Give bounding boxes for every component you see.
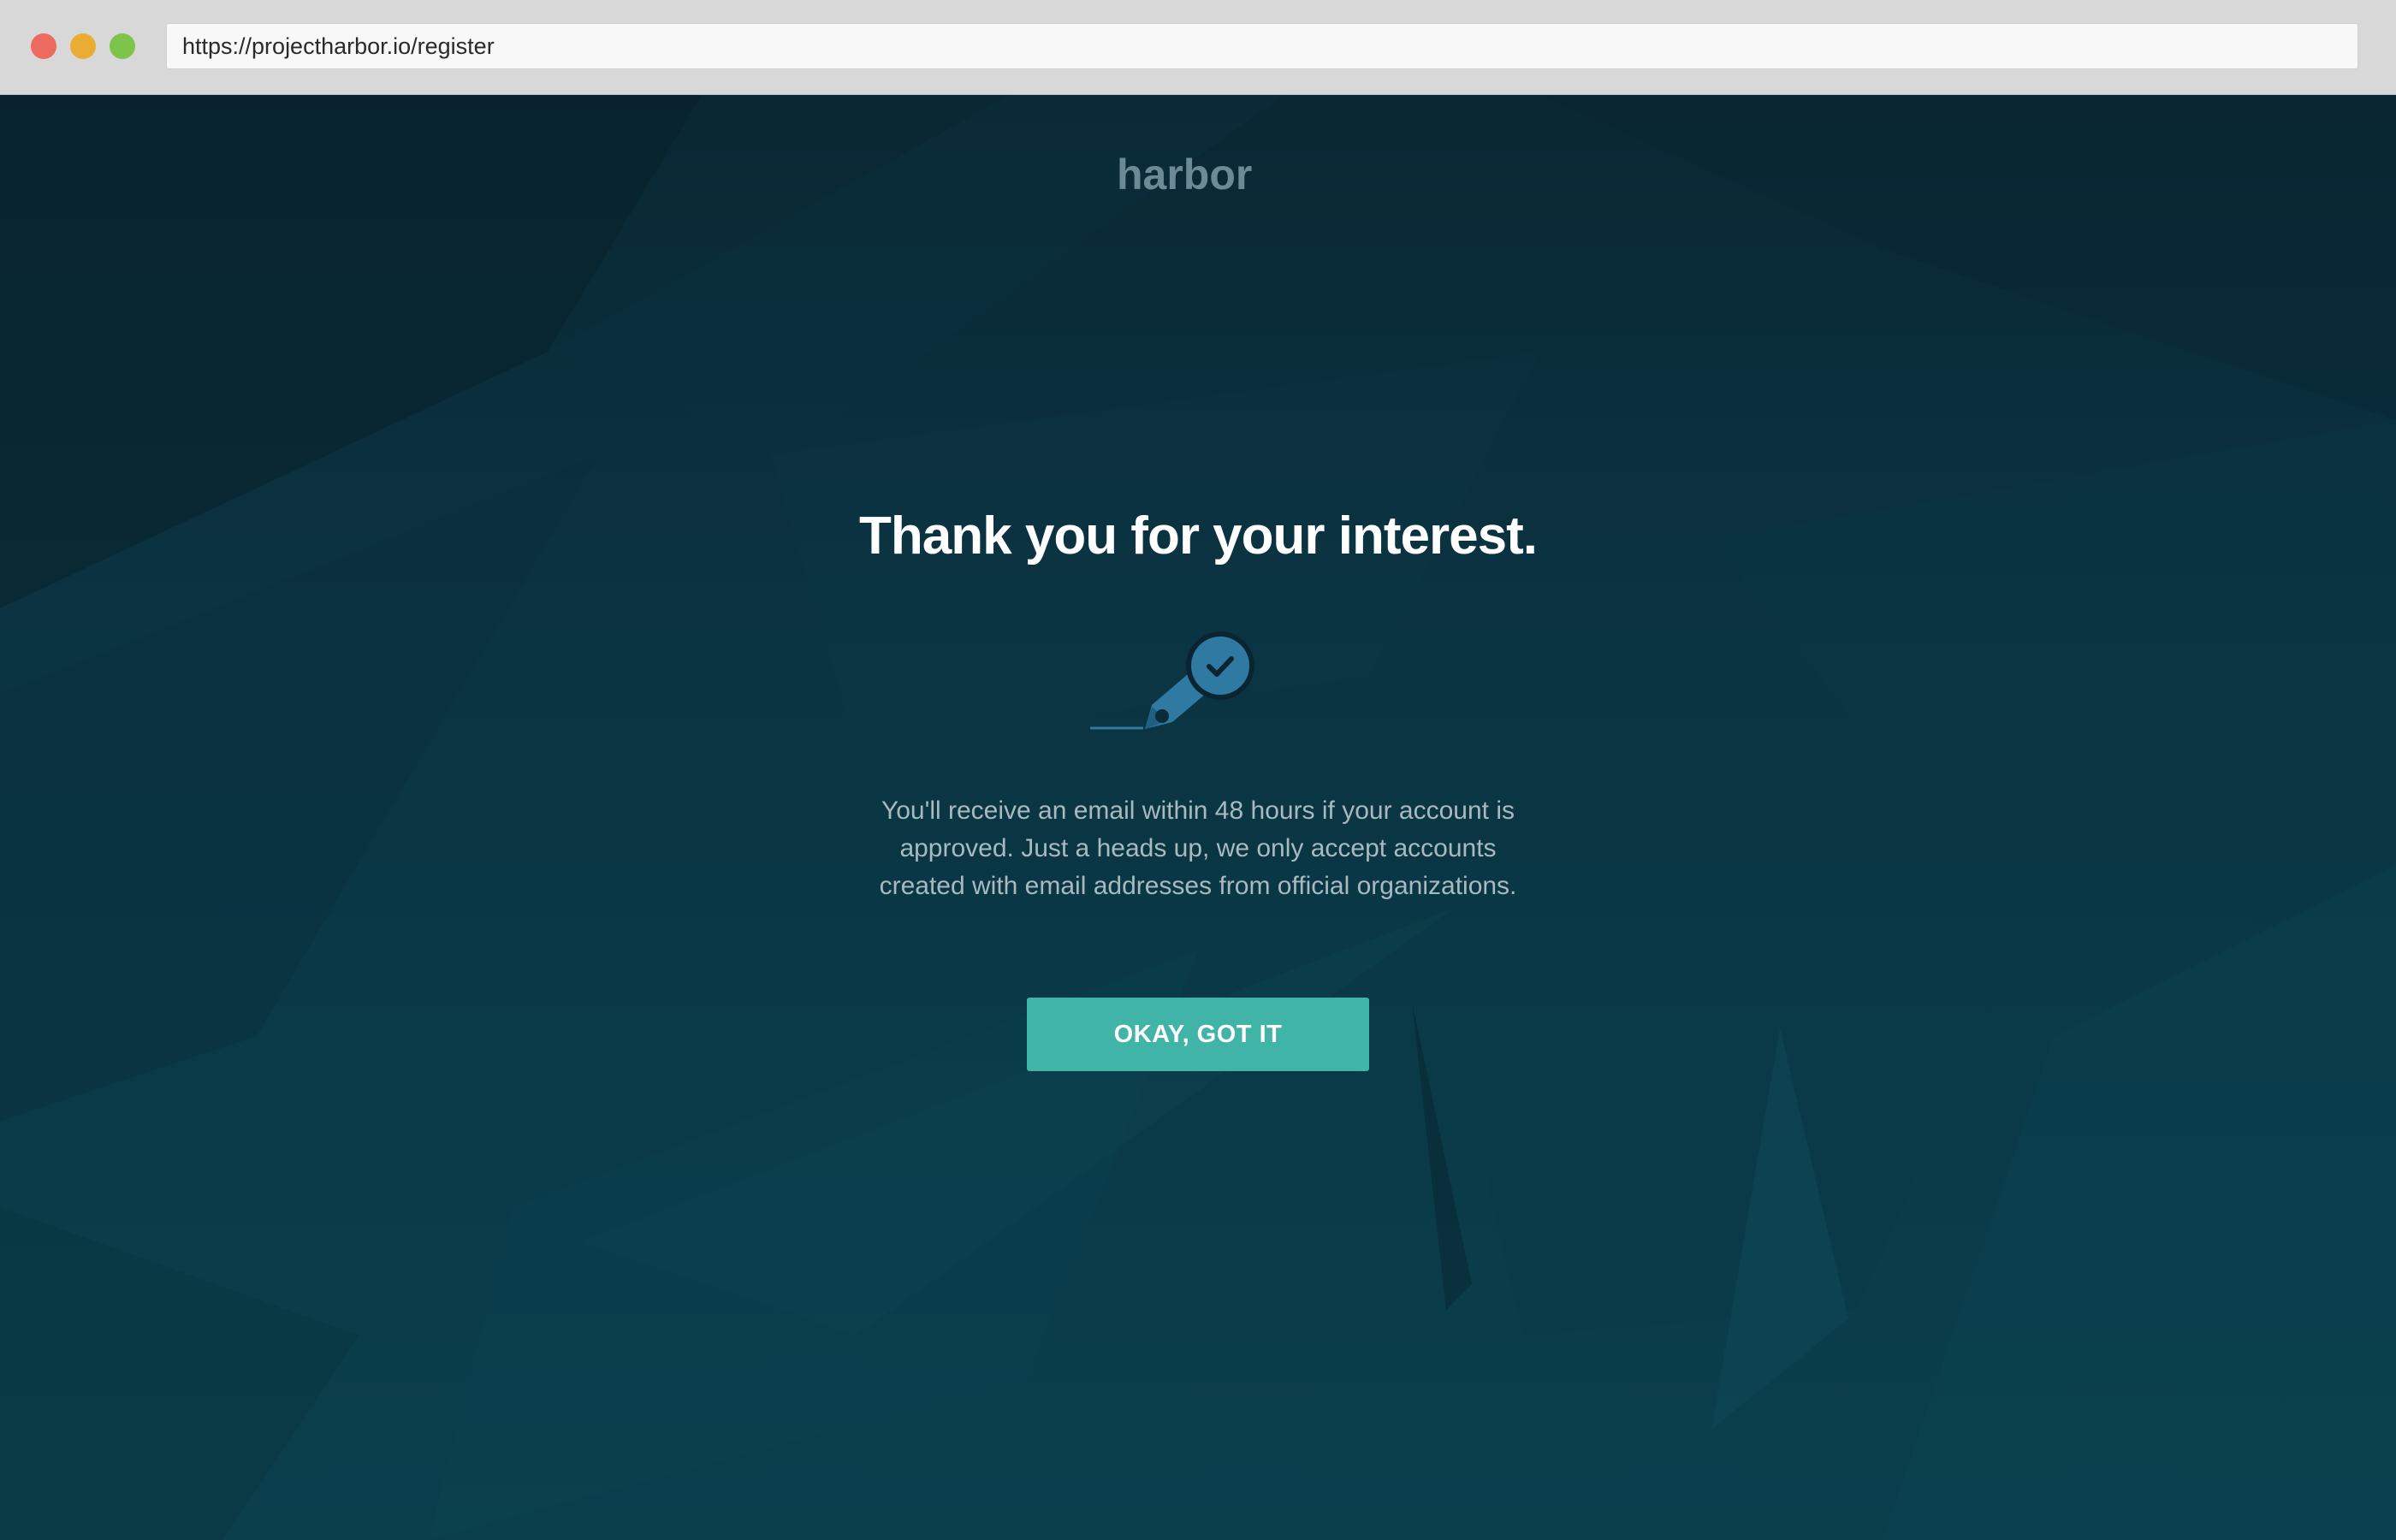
minimize-window-button[interactable]	[70, 33, 96, 59]
pen-signature-check-icon	[1090, 631, 1254, 730]
harbor-logo-mark: harbor	[1117, 153, 1252, 198]
maximize-window-button[interactable]	[110, 33, 135, 59]
confirmation-message: You'll receive an email within 48 hours …	[879, 797, 1517, 900]
browser-toolbar: https://projectharbor.io/register	[0, 0, 2396, 95]
page-title: Thank you for your interest.	[859, 506, 1538, 566]
registration-confirmation-page: harbor Thank you for your interest. You'…	[0, 95, 2396, 1540]
okay-got-it-button[interactable]: OKAY, GOT IT	[1027, 998, 1369, 1071]
browser-window: https://projectharbor.io/register harbor…	[0, 0, 2396, 1540]
harbor-logo-text: harbor	[1117, 153, 1252, 198]
address-bar[interactable]: https://projectharbor.io/register	[166, 23, 2358, 69]
harbor-logo: harbor	[0, 153, 2396, 202]
close-window-button[interactable]	[31, 33, 56, 59]
